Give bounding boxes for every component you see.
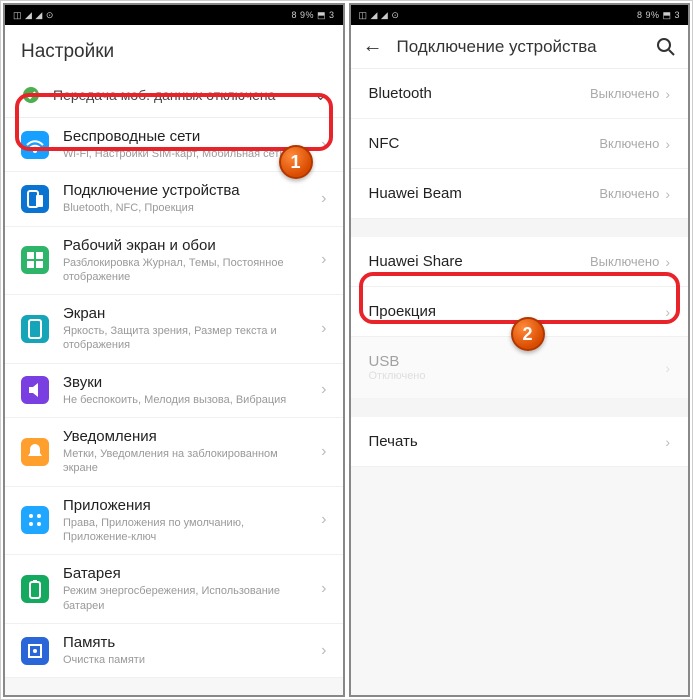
header-title: Подключение устройства [397,37,643,57]
row-huawei-beam[interactable]: Huawei Beam Включено › [351,169,689,219]
chevron-right-icon: › [665,304,670,320]
settings-item-display[interactable]: Экран Яркость, Защита зрения, Размер тек… [5,295,343,364]
chevron-right-icon: › [321,190,326,208]
settings-item-apps[interactable]: Приложения Права, Приложения по умолчани… [5,487,343,556]
chevron-down-icon: ⌄ [315,87,327,104]
phone-left-settings: ◫ ◢ ◢ ⊙ 8 9% ⬒ 3 Настройки Передача моб.… [3,3,345,697]
row-huawei-share[interactable]: Huawei Share Выключено › [351,237,689,287]
chevron-right-icon: › [321,580,326,598]
row-label: Huawei Beam [369,185,462,202]
apps-icon [21,506,49,534]
chevron-right-icon: › [321,381,326,399]
item-subtitle: Яркость, Защита зрения, Размер текста и … [63,324,307,353]
status-left: ◫ ◢ ◢ ⊙ [13,10,54,21]
row-label: USB [369,353,426,370]
battery-icon [21,575,49,603]
item-title: Приложения [63,497,307,514]
settings-item-sound[interactable]: Звуки Не беспокоить, Мелодия вызова, Виб… [5,364,343,418]
memory-icon [21,637,49,665]
settings-item-device[interactable]: Подключение устройства Bluetooth, NFC, П… [5,172,343,226]
item-title: Батарея [63,565,307,582]
home-icon [21,246,49,274]
row-label: Huawei Share [369,253,463,270]
chevron-right-icon: › [665,434,670,450]
settings-header: Настройки [5,25,343,73]
row-label: NFC [369,135,400,152]
phone-right-device-connection: ◫ ◢ ◢ ⊙ 8 9% ⬒ 3 ← Подключение устройств… [349,3,691,697]
item-subtitle: Метки, Уведомления на заблокированном эк… [63,447,307,476]
row-sub: Отключено [369,370,426,382]
settings-item-battery[interactable]: Батарея Режим энергосбережения, Использо… [5,555,343,624]
row-bluetooth[interactable]: Bluetooth Выключено › [351,69,689,119]
status-bar: ◫ ◢ ◢ ⊙ 8 9% ⬒ 3 [5,5,343,25]
settings-item-notif[interactable]: Уведомления Метки, Уведомления на заблок… [5,418,343,487]
chevron-right-icon: › [321,136,326,154]
notice-icon [21,85,41,105]
display-icon [21,315,49,343]
status-right: 8 9% ⬒ 3 [637,10,680,21]
wifi-icon [21,131,49,159]
settings-item-home[interactable]: Рабочий экран и обои Разблокировка Журна… [5,227,343,296]
item-subtitle: Права, Приложения по умолчанию, Приложен… [63,516,307,545]
back-arrow-icon[interactable]: ← [363,35,383,58]
row-печать[interactable]: Печать › [351,417,689,467]
chevron-right-icon: › [321,320,326,338]
row-value: Включено [599,186,659,201]
item-title: Уведомления [63,428,307,445]
device-icon [21,185,49,213]
chevron-right-icon: › [665,360,670,376]
device-connection-header: ← Подключение устройства [351,25,689,69]
chevron-right-icon: › [321,642,326,660]
status-bar: ◫ ◢ ◢ ⊙ 8 9% ⬒ 3 [351,5,689,25]
row-label: Проекция [369,303,436,320]
chevron-right-icon: › [321,443,326,461]
notif-icon [21,438,49,466]
item-title: Звуки [63,374,307,391]
section-divider [351,219,689,237]
chevron-right-icon: › [665,136,670,152]
chevron-right-icon: › [665,254,670,270]
item-subtitle: Wi-Fi, Настройки SIM-карт, Мобильная сет… [63,147,307,161]
item-title: Подключение устройства [63,182,307,199]
item-subtitle: Разблокировка Журнал, Темы, Постоянное о… [63,256,307,285]
notice-text: Передача моб. данных отключена [53,87,303,103]
callout-badge-1: 1 [279,145,313,179]
item-subtitle: Режим энергосбережения, Использование ба… [63,584,307,613]
row-value: Выключено [590,254,659,269]
chevron-right-icon: › [321,251,326,269]
search-icon[interactable] [656,37,676,57]
item-subtitle: Не беспокоить, Мелодия вызова, Вибрация [63,393,307,407]
row-label: Bluetooth [369,85,432,102]
section-divider [351,399,689,417]
callout-badge-2: 2 [511,317,545,351]
item-title: Память [63,634,307,651]
chevron-right-icon: › [321,511,326,529]
item-subtitle: Bluetooth, NFC, Проекция [63,201,307,215]
row-value: Включено [599,136,659,151]
sound-icon [21,376,49,404]
chevron-right-icon: › [665,186,670,202]
settings-item-memory[interactable]: Память Очистка памяти › [5,624,343,678]
row-nfc[interactable]: NFC Включено › [351,119,689,169]
chevron-right-icon: › [665,86,670,102]
status-right: 8 9% ⬒ 3 [291,10,334,21]
row-label: Печать [369,433,418,450]
item-title: Экран [63,305,307,322]
row-value: Выключено [590,86,659,101]
item-subtitle: Очистка памяти [63,653,307,667]
item-title: Беспроводные сети [63,128,307,145]
item-title: Рабочий экран и обои [63,237,307,254]
mobile-data-notice[interactable]: Передача моб. данных отключена ⌄ [5,73,343,118]
status-left: ◫ ◢ ◢ ⊙ [359,10,400,21]
